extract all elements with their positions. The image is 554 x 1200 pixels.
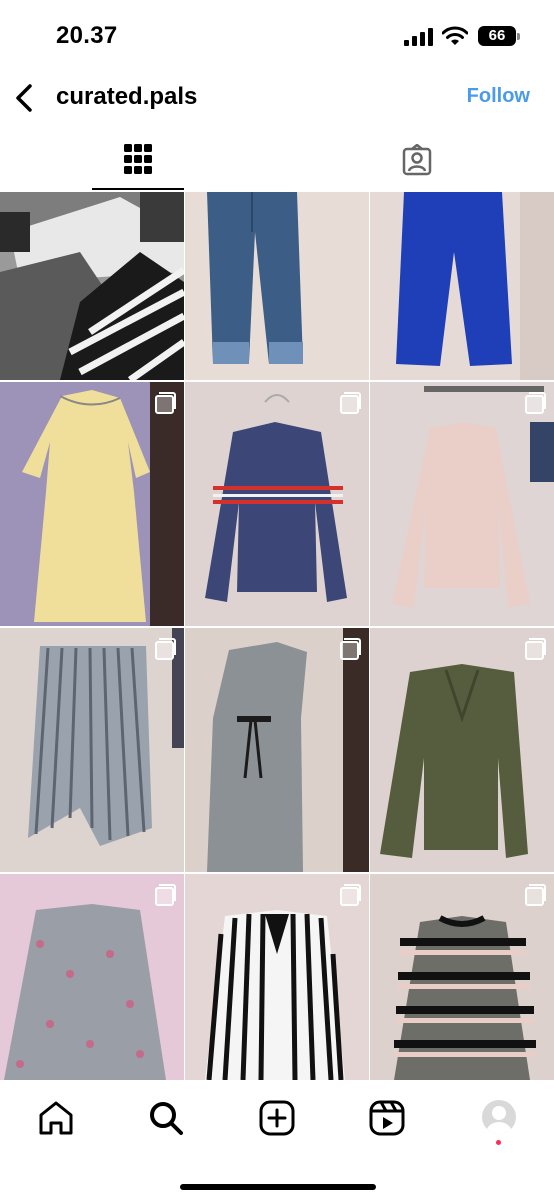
create-icon[interactable] (257, 1098, 297, 1138)
home-indicator (180, 1184, 376, 1190)
post-tile[interactable] (0, 874, 184, 1080)
post-tile[interactable] (0, 628, 184, 872)
multiple-photos-icon (340, 884, 361, 906)
profile-username: curated.pals (56, 83, 198, 110)
status-time: 20.37 (56, 22, 118, 49)
notification-dot (496, 1140, 501, 1145)
home-icon[interactable] (36, 1098, 76, 1138)
multiple-photos-icon (340, 392, 361, 414)
post-tile[interactable] (370, 192, 554, 380)
multiple-photos-icon (525, 638, 546, 660)
wifi-icon (442, 26, 468, 45)
post-tile[interactable] (0, 192, 184, 380)
tab-posts-grid[interactable] (92, 132, 184, 190)
avatar (482, 1100, 516, 1134)
posts-grid (0, 192, 554, 1080)
multiple-photos-icon (525, 884, 546, 906)
post-tile[interactable] (185, 382, 369, 626)
bottom-nav (0, 1082, 554, 1200)
post-tile[interactable] (370, 874, 554, 1080)
signal-icon (404, 28, 433, 46)
follow-button[interactable]: Follow (467, 85, 530, 108)
post-photo (0, 192, 184, 380)
battery-level: 66 (488, 27, 506, 44)
post-tile[interactable] (185, 874, 369, 1080)
search-icon[interactable] (146, 1098, 186, 1138)
multiple-photos-icon (155, 638, 176, 660)
post-photo (0, 382, 184, 626)
profile-tabs (0, 132, 554, 190)
status-bar: 20.37 66 (0, 0, 554, 70)
post-photo (370, 382, 554, 626)
multiple-photos-icon (155, 392, 176, 414)
post-tile[interactable] (370, 628, 554, 872)
post-tile[interactable] (370, 382, 554, 626)
post-photo (0, 628, 184, 872)
multiple-photos-icon (525, 392, 546, 414)
post-tile[interactable] (185, 628, 369, 872)
post-photo (370, 192, 554, 380)
tab-tagged[interactable] (370, 132, 462, 190)
post-tile[interactable] (185, 192, 369, 380)
multiple-photos-icon (155, 884, 176, 906)
tab-selected-indicator (92, 188, 184, 190)
battery-icon: 66 (478, 26, 520, 46)
post-photo (185, 628, 369, 872)
post-photo (185, 382, 369, 626)
profile-avatar[interactable] (478, 1098, 518, 1145)
multiple-photos-icon (340, 638, 361, 660)
post-photo (370, 628, 554, 872)
post-photo (185, 192, 369, 380)
reels-icon[interactable] (367, 1098, 407, 1138)
profile-header: curated.pals Follow (0, 72, 554, 124)
post-tile[interactable] (0, 382, 184, 626)
grid-icon (124, 144, 152, 174)
back-chevron-icon[interactable] (10, 80, 40, 116)
tagged-icon (402, 144, 432, 176)
